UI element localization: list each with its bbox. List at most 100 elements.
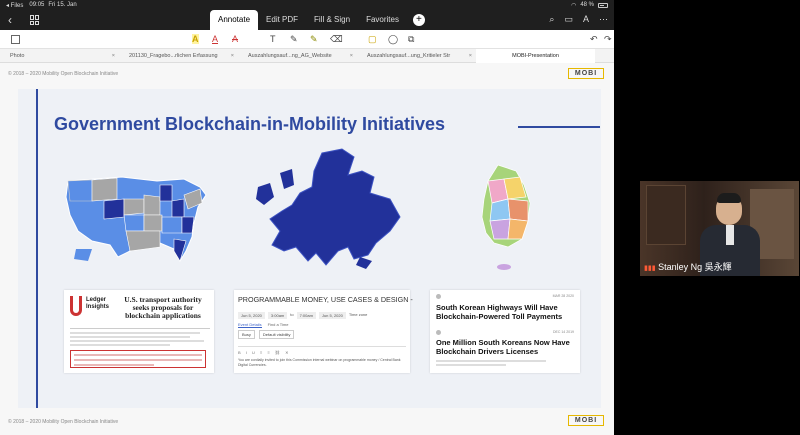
- status-bar: ◂ Files 09:05 Fri 15. Jan ◠ 48 %: [0, 0, 614, 10]
- visibility-select[interactable]: Default visibility: [258, 330, 295, 339]
- back-to-files-link[interactable]: ◂ Files: [6, 2, 23, 9]
- slide: Government Blockchain-in-Mobility Initia…: [18, 89, 601, 408]
- ledger-insights-card: Ledger Insights U.S. transport authority…: [64, 290, 214, 373]
- document-tabs: Photo × 201130_Fragebo...rlichen Erfassun…: [0, 49, 614, 63]
- wifi-icon: ◠: [571, 2, 577, 9]
- tab-event-details[interactable]: Event Details: [238, 322, 262, 328]
- stamp-icon[interactable]: ⧉: [408, 34, 414, 45]
- add-tab-button[interactable]: +: [412, 14, 425, 26]
- participant-name-label: ▮▮▮ Stanley Ng 吳永輝: [644, 260, 732, 273]
- event-time-fields: Jun 5, 2020 3:00am to 7:00am Jun 5, 2020…: [238, 312, 367, 319]
- ledger-logo-icon: [70, 296, 82, 316]
- programmable-money-card: PROGRAMMABLE MONEY, USE CASES & DESIGN -…: [234, 290, 413, 373]
- doc-tab-label: Photo: [10, 53, 25, 59]
- event-subtabs: Event Details Find a Time: [238, 322, 288, 328]
- mode-tabs: Annotate Edit PDF Fill & Sign Favorites …: [210, 10, 431, 30]
- ledger-brand-line2: Insights: [86, 304, 110, 310]
- event-selects: Busy Default visibility: [238, 330, 295, 339]
- audio-signal-icon: ▮▮▮: [644, 265, 656, 272]
- highlight-text-icon[interactable]: A: [192, 34, 199, 44]
- close-icon[interactable]: ×: [350, 49, 353, 63]
- doc-tab-auszahlung-kritieler[interactable]: Auszahlungsauf...ung_Kritieler Str ×: [357, 49, 476, 63]
- slide-left-rule: [36, 89, 38, 408]
- page-header-copyright: © 2018 – 2020 Mobility Open Blockchain I…: [8, 71, 119, 77]
- underline-text-icon[interactable]: A: [212, 34, 218, 44]
- text-size-icon[interactable]: A: [583, 14, 589, 25]
- highlighted-excerpt: [70, 350, 206, 368]
- participant-name: Stanley Ng 吳永輝: [658, 262, 732, 272]
- start-date-field[interactable]: Jun 5, 2020: [238, 312, 265, 319]
- to-label: to: [290, 312, 294, 317]
- note-icon[interactable]: ▢: [368, 34, 377, 45]
- doc-tab-label: MOBI-Presentation: [512, 53, 559, 59]
- tab-annotate[interactable]: Annotate: [210, 10, 259, 30]
- more-icon[interactable]: ⋯: [599, 14, 608, 25]
- ledger-brand: Ledger Insights: [86, 297, 109, 311]
- title-rule: [518, 126, 600, 128]
- strikethrough-text-icon[interactable]: A: [232, 34, 238, 44]
- pdf-app-window: ◂ Files 09:05 Fri 15. Jan ◠ 48 % ‹ Annot…: [0, 0, 614, 435]
- video-participant-tile[interactable]: ▮▮▮ Stanley Ng 吳永輝: [640, 181, 799, 276]
- close-icon[interactable]: ×: [112, 49, 115, 63]
- grid-view-icon[interactable]: [30, 15, 40, 25]
- event-description: You are cordially invited to join this C…: [238, 358, 401, 367]
- status-date: Fri 15. Jan: [48, 2, 77, 8]
- avatar: [436, 330, 441, 335]
- screen: ◂ Files 09:05 Fri 15. Jan ◠ 48 % ‹ Annot…: [0, 0, 800, 435]
- background-shelf: [646, 185, 686, 245]
- book-icon[interactable]: ▭: [564, 14, 573, 25]
- app-toolbar: ‹ Annotate Edit PDF Fill & Sign Favorite…: [0, 10, 614, 30]
- battery-icon: [598, 2, 608, 8]
- avatar: [436, 294, 441, 299]
- doc-tab-mobi-presentation[interactable]: MOBI-Presentation: [476, 49, 595, 63]
- tab-find-a-time[interactable]: Find a Time: [268, 322, 289, 328]
- news-headline-2[interactable]: One Million South Koreans Now Have Block…: [436, 338, 574, 356]
- usa-map: [65, 176, 207, 263]
- end-date-field[interactable]: Jun 5, 2020: [318, 312, 346, 319]
- slide-title: Government Blockchain-in-Mobility Initia…: [54, 114, 446, 134]
- status-time: 09:05: [29, 2, 45, 8]
- close-icon[interactable]: ×: [469, 49, 472, 63]
- select-checkbox[interactable]: [11, 35, 20, 44]
- doc-tab-label: 201130_Fragebo...rlichen Erfassung: [129, 53, 218, 59]
- end-time-field[interactable]: 7:00am: [296, 312, 316, 319]
- highlighter-icon[interactable]: ✎: [310, 34, 318, 45]
- undo-icon[interactable]: ↶: [590, 34, 598, 45]
- doc-tab-label: Auszahlungsauf...ng_AG_Website: [248, 53, 332, 59]
- korea-map: [481, 164, 531, 270]
- time-zone-link[interactable]: Time zone: [349, 312, 368, 319]
- shapes-icon[interactable]: ◯: [388, 34, 398, 45]
- annotation-toolbar: A A A T ✎ ✎ ⌫ ▢ ◯ ⧉ ↶ ↷: [0, 30, 614, 49]
- doc-tab-photo[interactable]: Photo ×: [0, 49, 119, 63]
- battery-percentage: 48 %: [580, 2, 594, 8]
- ledger-headline: U.S. transport authority seeks proposals…: [124, 295, 202, 320]
- eraser-icon[interactable]: ⌫: [330, 34, 343, 45]
- busy-select[interactable]: Busy: [238, 330, 255, 339]
- news-date-2: DEC 14 2019: [552, 330, 574, 334]
- doc-tab-fragebogen[interactable]: 201130_Fragebo...rlichen Erfassung ×: [119, 49, 238, 63]
- close-icon[interactable]: ×: [231, 49, 234, 63]
- money-card-title: PROGRAMMABLE MONEY, USE CASES & DESIGN -: [238, 295, 413, 304]
- format-toolbar: B I U ≡ ≡ ⛓ ✕: [238, 350, 291, 355]
- tab-fill-sign[interactable]: Fill & Sign: [306, 10, 358, 30]
- text-box-icon[interactable]: T: [270, 34, 276, 44]
- redo-icon[interactable]: ↷: [604, 34, 612, 45]
- news-date-1: MAR 28 2020: [552, 294, 574, 298]
- tab-edit-pdf[interactable]: Edit PDF: [258, 10, 306, 30]
- back-chevron-icon[interactable]: ‹: [8, 13, 12, 27]
- europe-map: [256, 148, 401, 269]
- page-footer-copyright: © 2018 – 2020 Mobility Open Blockchain I…: [8, 419, 119, 425]
- start-time-field[interactable]: 3:00am: [267, 312, 288, 319]
- mobi-logo-footer: MOBI: [568, 415, 604, 426]
- korea-news-card: MAR 28 2020 South Korean Highways Will H…: [430, 290, 580, 373]
- news-headline-1[interactable]: South Korean Highways Will Have Blockcha…: [436, 303, 574, 321]
- document-page: © 2018 – 2020 Mobility Open Blockchain I…: [0, 63, 614, 435]
- ledger-brand-line1: Ledger: [86, 297, 107, 303]
- search-icon[interactable]: ⌕: [549, 14, 554, 25]
- doc-tab-auszahlung-website[interactable]: Auszahlungsauf...ng_AG_Website ×: [238, 49, 357, 63]
- tab-favorites[interactable]: Favorites: [358, 10, 407, 30]
- top-right-controls: ⌕ ▭ A ⋯: [549, 14, 608, 25]
- pen-icon[interactable]: ✎: [290, 34, 298, 45]
- doc-tab-label: Auszahlungsauf...ung_Kritieler Str: [367, 53, 451, 59]
- mobi-logo: MOBI: [568, 68, 604, 79]
